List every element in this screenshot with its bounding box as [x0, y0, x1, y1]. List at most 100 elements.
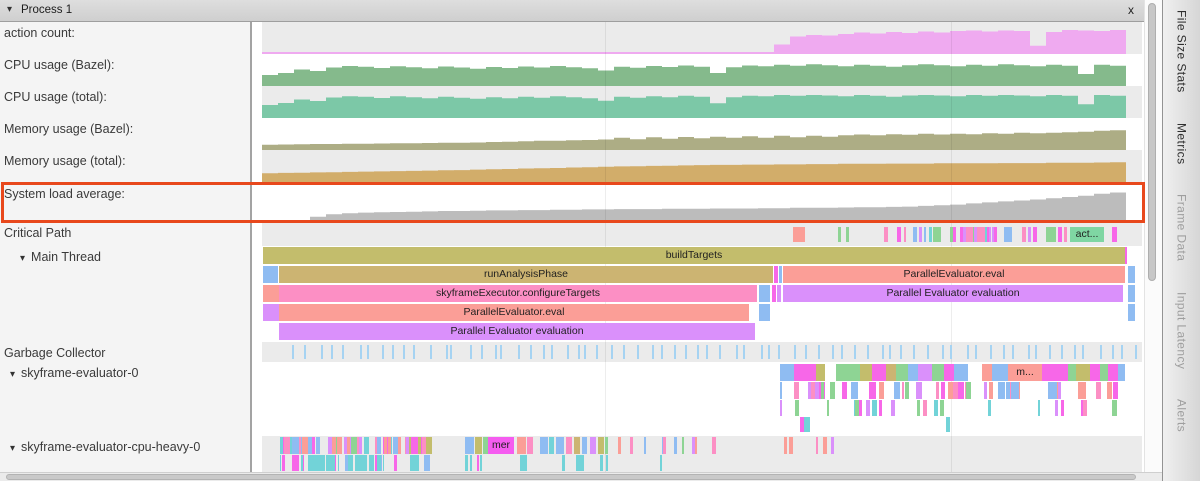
trace-slice[interactable] — [383, 455, 384, 471]
trace-slice[interactable] — [988, 400, 991, 416]
trace-slice[interactable] — [950, 345, 952, 359]
counter-chart-cpu-bazel[interactable] — [252, 54, 1144, 86]
trace-slice[interactable] — [674, 437, 677, 454]
trace-slice[interactable] — [518, 345, 520, 359]
trace-slice[interactable]: Parallel Evaluator evaluation — [279, 323, 755, 340]
trace-slice[interactable] — [450, 345, 452, 359]
trace-slice[interactable] — [886, 364, 896, 381]
trace-slice[interactable] — [263, 266, 278, 283]
trace-slice[interactable] — [891, 400, 895, 416]
trace-slice[interactable] — [990, 345, 992, 359]
trace-slice[interactable] — [446, 345, 448, 359]
trace-slice[interactable] — [465, 455, 468, 471]
trace-slice[interactable] — [403, 345, 405, 359]
trace-slice[interactable] — [644, 437, 646, 454]
trace-slice[interactable] — [359, 437, 362, 454]
trace-slice[interactable] — [736, 345, 738, 359]
trace-slice[interactable] — [872, 400, 877, 416]
trace-slice[interactable] — [987, 227, 989, 242]
trace-slice[interactable] — [967, 345, 969, 359]
trace-slice[interactable] — [562, 455, 565, 471]
trace-slice[interactable] — [967, 382, 971, 399]
trace-slice[interactable] — [777, 285, 781, 302]
trace-slice[interactable] — [1061, 345, 1063, 359]
trace-slice[interactable] — [842, 382, 847, 399]
horizontal-scrollbar[interactable] — [0, 472, 1162, 481]
trace-slice[interactable] — [1135, 345, 1137, 359]
trace-slice[interactable] — [1128, 266, 1135, 283]
trace-slice[interactable] — [427, 455, 430, 471]
trace-slice[interactable]: runAnalysisPhase — [279, 266, 773, 283]
trace-slice[interactable] — [992, 364, 1008, 381]
trace-slice[interactable] — [923, 400, 927, 416]
trace-slice[interactable] — [623, 345, 625, 359]
trace-slice[interactable] — [916, 382, 922, 399]
trace-slice[interactable] — [779, 266, 782, 283]
trace-slice[interactable] — [1113, 382, 1118, 399]
counter-chart-mem-bazel[interactable] — [252, 118, 1144, 150]
trace-slice[interactable] — [1108, 364, 1118, 381]
trace-slice[interactable] — [827, 400, 829, 416]
counter-chart-mem-total[interactable] — [252, 150, 1144, 183]
collapse-arrow-icon[interactable]: ▾ — [10, 369, 15, 380]
trace-slice[interactable]: ParallelEvaluator.eval — [783, 266, 1125, 283]
trace-slice[interactable] — [263, 304, 279, 321]
trace-slice[interactable] — [900, 345, 902, 359]
trace-slice[interactable] — [1051, 382, 1057, 399]
trace-slice[interactable] — [321, 345, 323, 359]
trace-slice[interactable] — [743, 345, 745, 359]
trace-slice[interactable] — [590, 437, 596, 454]
trace-slice[interactable] — [1055, 400, 1058, 416]
trace-slice[interactable] — [481, 345, 483, 359]
trace-slice[interactable] — [963, 227, 966, 242]
trace-slice[interactable] — [475, 437, 482, 454]
trace-slice[interactable] — [982, 364, 992, 381]
trace-slice[interactable] — [1112, 227, 1117, 242]
collapse-arrow-icon[interactable]: ▾ — [10, 443, 15, 454]
trace-slice[interactable] — [304, 345, 306, 359]
trace-slice[interactable] — [805, 345, 807, 359]
trace-slice[interactable] — [958, 382, 964, 399]
trace-slice[interactable] — [836, 364, 860, 381]
trace-slice[interactable] — [477, 455, 479, 471]
trace-slice[interactable] — [582, 437, 587, 454]
trace-slice[interactable] — [780, 400, 782, 416]
trace-slice[interactable] — [789, 437, 793, 454]
trace-slice[interactable] — [465, 437, 474, 454]
trace-slice[interactable] — [1012, 345, 1014, 359]
trace-slice[interactable] — [618, 437, 621, 454]
trace-slice[interactable] — [527, 437, 533, 454]
trace-slice[interactable] — [889, 345, 891, 359]
trace-slice[interactable] — [879, 382, 884, 399]
trace-slice[interactable] — [578, 345, 580, 359]
trace-slice[interactable] — [495, 345, 497, 359]
trace-slice[interactable] — [884, 227, 888, 242]
trace-slice[interactable] — [706, 345, 708, 359]
trace-slice[interactable] — [1074, 345, 1076, 359]
trace-slice[interactable] — [406, 437, 409, 454]
trace-slice[interactable] — [347, 437, 350, 454]
process-header[interactable]: ▾ Process 1 x — [0, 0, 1144, 22]
trace-slice[interactable] — [975, 345, 977, 359]
trace-slice[interactable] — [392, 345, 394, 359]
trace-slice[interactable] — [1076, 364, 1090, 381]
trace-slice[interactable] — [832, 345, 834, 359]
trace-slice[interactable] — [335, 455, 336, 471]
trace-slice[interactable] — [905, 382, 909, 399]
trace-slice[interactable] — [774, 266, 778, 283]
trace-slice[interactable] — [846, 227, 849, 242]
side-tab-file-size-stats[interactable]: File Size Stats — [1175, 10, 1189, 93]
trace-slice[interactable] — [520, 455, 527, 471]
trace-slice[interactable] — [984, 382, 987, 399]
trace-slice[interactable] — [927, 345, 929, 359]
trace-slice[interactable] — [398, 437, 401, 454]
trace-slice[interactable] — [831, 437, 834, 454]
trace-slice[interactable] — [470, 345, 472, 359]
trace-slice[interactable] — [719, 345, 721, 359]
trace-slice[interactable] — [855, 400, 859, 416]
trace-slice[interactable] — [337, 437, 342, 454]
trace-slice[interactable] — [302, 437, 308, 454]
trace-slice[interactable] — [611, 345, 613, 359]
trace-slice[interactable] — [1125, 247, 1127, 264]
trace-slice[interactable] — [348, 455, 353, 471]
